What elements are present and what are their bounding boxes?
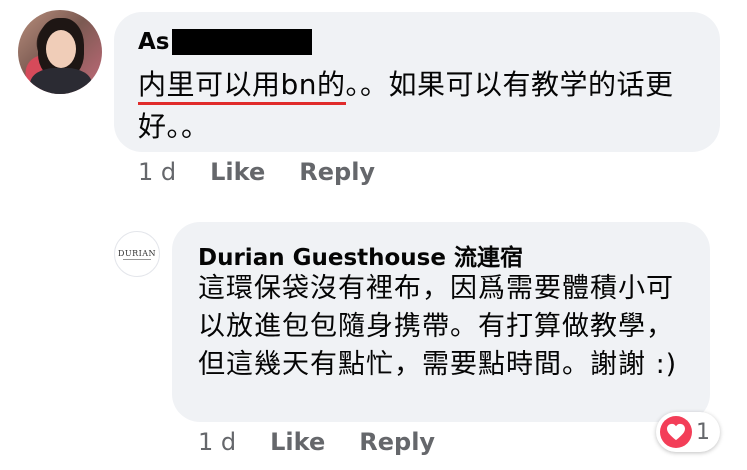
comment-actions: 1 d Like Reply <box>138 158 409 186</box>
reply-timestamp[interactable]: 1 d <box>198 428 236 456</box>
reply-reply-button[interactable]: Reply <box>359 428 435 456</box>
reply-text: 這環保袋沒有裡布，因爲需要體積小可以放進包包隨身携帶。有打算做教學，但這幾天有點… <box>198 273 678 380</box>
avatar-body <box>30 68 92 94</box>
avatar-face <box>46 30 76 68</box>
comment-bubble: As 内里可以用bn的。。如果可以有教学的话更好。。 <box>114 12 720 152</box>
commenter-avatar[interactable] <box>18 10 102 94</box>
comment-text-underlined: 内里可以用bn的 <box>138 68 346 105</box>
reply-avatar[interactable]: DURIAN <box>114 231 160 277</box>
reply-like-button[interactable]: Like <box>270 428 325 456</box>
comment-author-name[interactable]: As <box>138 29 170 55</box>
comment-reply-button[interactable]: Reply <box>299 158 375 186</box>
comment-author[interactable]: As <box>138 29 312 55</box>
comment-text: 内里可以用bn的。。如果可以有教学的话更好。。 <box>138 64 708 148</box>
reaction-count: 1 <box>696 419 710 445</box>
comment-like-button[interactable]: Like <box>210 158 265 186</box>
comment-timestamp[interactable]: 1 d <box>138 158 176 186</box>
reply-actions: 1 d Like Reply <box>198 428 469 456</box>
redacted-name-bar <box>171 29 312 55</box>
durian-logo-line <box>123 258 151 260</box>
reply-author[interactable]: Durian Guesthouse 流連宿 <box>198 238 523 272</box>
reaction-summary[interactable]: 1 <box>656 412 720 452</box>
durian-logo-text: DURIAN <box>117 248 157 258</box>
heart-icon <box>660 416 692 448</box>
reply-bubble: Durian Guesthouse 流連宿 這環保袋沒有裡布，因爲需要體積小可以… <box>172 222 710 422</box>
